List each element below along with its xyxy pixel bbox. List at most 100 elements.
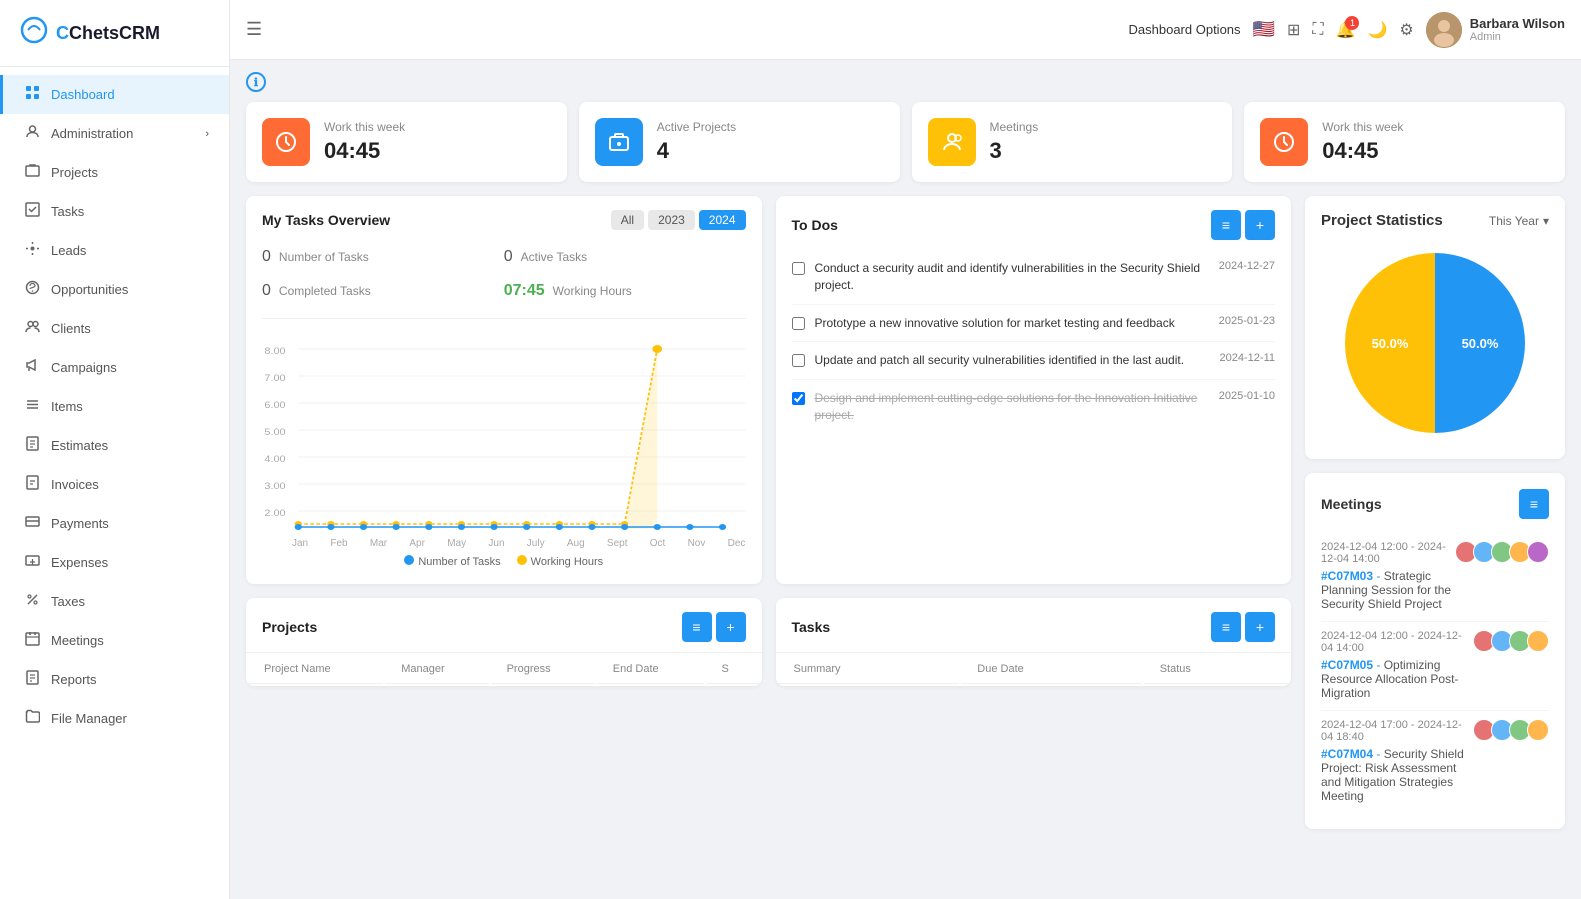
logo-icon xyxy=(20,16,48,50)
svg-text:6.00: 6.00 xyxy=(264,401,286,411)
sidebar-item-label: Meetings xyxy=(51,633,104,648)
filter-2023[interactable]: 2023 xyxy=(648,210,695,230)
sidebar-item-tasks[interactable]: Tasks xyxy=(0,192,229,231)
month-sep: Sept xyxy=(607,538,628,549)
sidebar-item-estimates[interactable]: Estimates xyxy=(0,426,229,465)
stat-value-work-week-2: 04:45 xyxy=(1322,138,1403,164)
stat-icon-work-week-2 xyxy=(1260,118,1308,166)
svg-text:2.00: 2.00 xyxy=(264,509,286,519)
active-tasks: 0 Active Tasks xyxy=(504,240,746,274)
topbar-right: Dashboard Options 🇺🇸 ⊞ ⛶ 🔔 1 🌙 ⚙ xyxy=(1129,12,1565,48)
sidebar-item-meetings[interactable]: Meetings xyxy=(0,621,229,660)
sidebar-item-leads[interactable]: Leads xyxy=(0,231,229,270)
stat-label-work-week-1: Work this week xyxy=(324,120,405,134)
right-panel: Project Statistics This Year ▾ xyxy=(1305,196,1565,829)
meetings-list-button[interactable]: ≡ xyxy=(1519,489,1549,519)
clients-nav-icon xyxy=(23,319,41,338)
stats-row: Work this week 04:45 Active Projects 4 M… xyxy=(246,102,1565,182)
todo-checkbox[interactable] xyxy=(792,317,805,330)
sidebar-item-opportunities[interactable]: Opportunities xyxy=(0,270,229,309)
sidebar-item-file-manager[interactable]: File Manager xyxy=(0,699,229,738)
dashboard-options-label[interactable]: Dashboard Options xyxy=(1129,22,1241,37)
svg-text:3.00: 3.00 xyxy=(264,482,286,492)
info-icon[interactable]: ℹ xyxy=(246,72,266,92)
notifications-icon[interactable]: 🔔 1 xyxy=(1336,20,1356,40)
content-area: ℹ Work this week 04:45 Active Projects 4… xyxy=(230,60,1581,899)
meeting-content: 2024-12-04 12:00 - 2024-12-04 14:00 #C07… xyxy=(1321,541,1455,613)
logo[interactable]: CChetsCRM xyxy=(0,0,229,67)
tasks-add-button[interactable]: + xyxy=(1245,612,1275,642)
todo-checkbox[interactable] xyxy=(792,392,805,405)
fullscreen-icon[interactable]: ⛶ xyxy=(1312,21,1323,39)
tasks-table: Summary Due Date Status xyxy=(776,653,1292,686)
todos-add-button[interactable]: + xyxy=(1245,210,1275,240)
user-profile[interactable]: Barbara Wilson Admin xyxy=(1426,12,1565,48)
sidebar-item-expenses[interactable]: Expenses xyxy=(0,543,229,582)
sidebar-item-label: Campaigns xyxy=(51,360,117,375)
language-flag[interactable]: 🇺🇸 xyxy=(1253,19,1275,40)
sidebar-item-dashboard[interactable]: Dashboard xyxy=(0,75,229,114)
pie-chart: 50.0% 50.0% xyxy=(1321,243,1549,443)
tasks-nav-icon xyxy=(23,202,41,221)
svg-text:50.0%: 50.0% xyxy=(1372,336,1409,351)
sidebar-item-label: Taxes xyxy=(51,594,85,609)
completed-tasks-value: 0 xyxy=(262,282,271,300)
working-hours-label: Working Hours xyxy=(553,284,632,298)
stat-card-work-week-1: Work this week 04:45 xyxy=(246,102,567,182)
projects-add-button[interactable]: + xyxy=(716,612,746,642)
meeting-avatars xyxy=(1455,541,1549,563)
expenses-nav-icon xyxy=(23,553,41,572)
todos-list-button[interactable]: ≡ xyxy=(1211,210,1241,240)
sidebar-item-label: Estimates xyxy=(51,438,108,453)
sidebar-item-campaigns[interactable]: Campaigns xyxy=(0,348,229,387)
stat-info-work-week-2: Work this week 04:45 xyxy=(1322,120,1403,164)
grid-icon[interactable]: ⊞ xyxy=(1287,20,1300,40)
svg-text:4.00: 4.00 xyxy=(264,455,286,465)
bottom-grid: Projects ≡ + Project Name xyxy=(246,598,1291,686)
hamburger-menu[interactable]: ☰ xyxy=(246,19,262,40)
todos-title: To Dos xyxy=(792,217,838,233)
tasks-table-card: Tasks ≡ + Summary Due Da xyxy=(776,598,1292,686)
filter-all[interactable]: All xyxy=(611,210,644,230)
theme-icon[interactable]: 🌙 xyxy=(1367,20,1387,40)
meeting-title[interactable]: #C07M05 - Optimizing Resource Allocation… xyxy=(1321,658,1473,700)
administration-nav-icon xyxy=(23,124,41,143)
todo-checkbox[interactable] xyxy=(792,262,805,275)
sidebar-item-items[interactable]: Items xyxy=(0,387,229,426)
active-tasks-label: Active Tasks xyxy=(521,250,587,264)
sidebar-item-invoices[interactable]: Invoices xyxy=(0,465,229,504)
sidebar-item-reports[interactable]: Reports xyxy=(0,660,229,699)
todos-body: Conduct a security audit and identify vu… xyxy=(776,250,1292,450)
meeting-title[interactable]: #C07M03 - Strategic Planning Session for… xyxy=(1321,569,1455,611)
month-jun: Jun xyxy=(488,538,504,549)
col-end-date: End Date xyxy=(597,655,704,684)
todo-date: 2025-01-10 xyxy=(1219,390,1275,402)
sidebar-item-clients[interactable]: Clients xyxy=(0,309,229,348)
tasks-chart: 8.00 7.00 6.00 5.00 4.00 3.00 2.00 xyxy=(262,329,746,549)
meeting-item-m2: 2024-12-04 12:00 - 2024-12-04 14:00 #C07… xyxy=(1321,622,1549,711)
topbar-left: ☰ xyxy=(246,19,262,40)
sidebar-item-payments[interactable]: Payments xyxy=(0,504,229,543)
meeting-item-m1: 2024-12-04 12:00 - 2024-12-04 14:00 #C07… xyxy=(1321,533,1549,622)
project-stats-filter[interactable]: This Year ▾ xyxy=(1489,214,1549,228)
filter-2024[interactable]: 2024 xyxy=(699,210,746,230)
month-feb: Feb xyxy=(330,538,347,549)
col-progress: Progress xyxy=(491,655,595,684)
chart-legend: Number of Tasks Working Hours xyxy=(262,555,746,568)
projects-list-button[interactable]: ≡ xyxy=(682,612,712,642)
sidebar-item-label: Projects xyxy=(51,165,98,180)
sidebar-item-taxes[interactable]: Taxes xyxy=(0,582,229,621)
todos-card: To Dos ≡ + Conduct a security audit and … xyxy=(776,196,1292,584)
meeting-title[interactable]: #C07M04 - Security Shield Project: Risk … xyxy=(1321,747,1473,803)
tasks-list-button[interactable]: ≡ xyxy=(1211,612,1241,642)
sidebar-item-label: File Manager xyxy=(51,711,127,726)
notification-badge: 1 xyxy=(1345,16,1359,30)
number-of-tasks: 0 Number of Tasks xyxy=(262,240,504,274)
settings-icon[interactable]: ⚙ xyxy=(1399,20,1413,40)
left-column: My Tasks Overview All 2023 2024 xyxy=(246,196,1291,829)
sidebar-item-administration[interactable]: Administration › xyxy=(0,114,229,153)
reports-nav-icon xyxy=(23,670,41,689)
sidebar-item-projects[interactable]: Projects xyxy=(0,153,229,192)
tasks-table-actions: ≡ + xyxy=(1211,612,1275,642)
todo-checkbox[interactable] xyxy=(792,354,805,367)
